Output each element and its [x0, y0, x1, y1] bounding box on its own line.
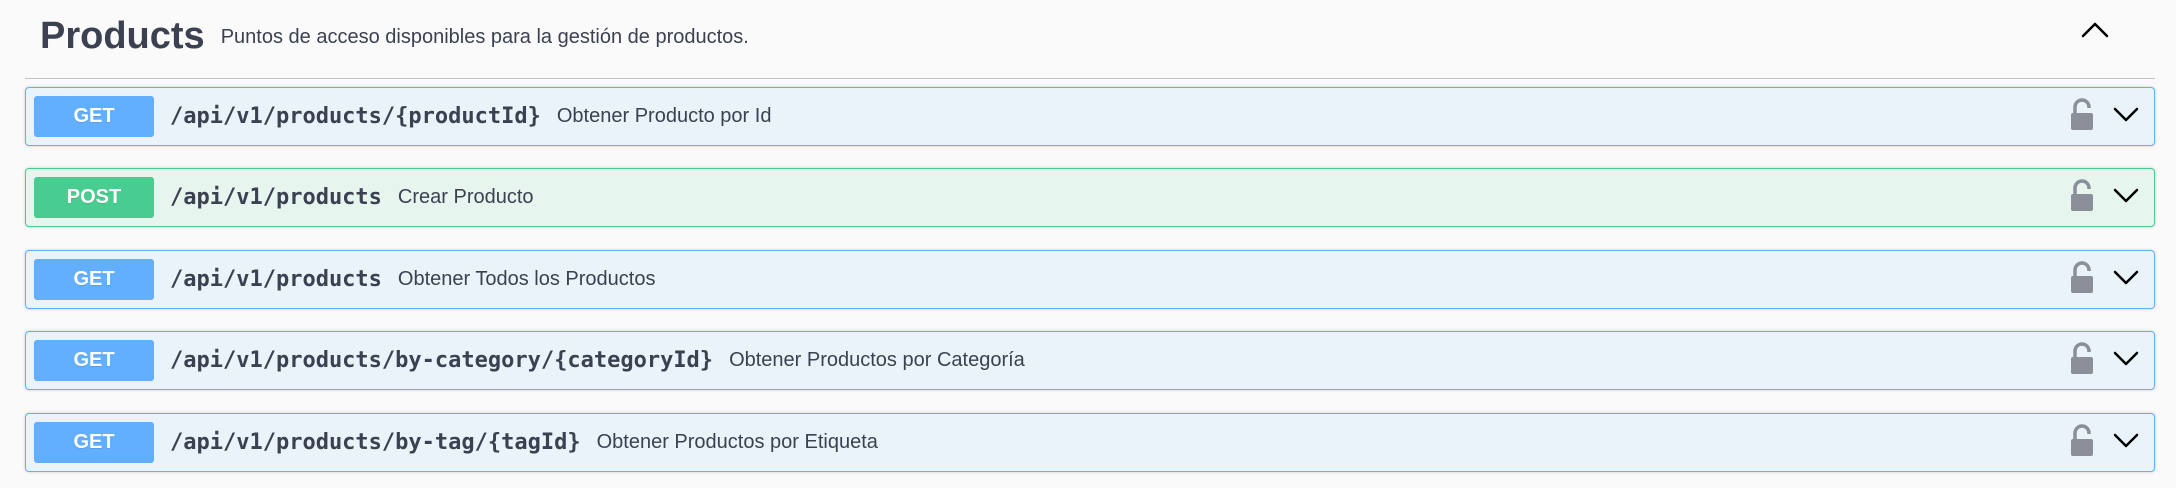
operation-get-products-by-tag[interactable]: GET /api/v1/products/by-tag/{tagId} Obte…	[25, 413, 2155, 472]
operation-summary: Obtener Todos los Productos	[397, 268, 656, 290]
chevron-down-icon[interactable]	[2110, 345, 2142, 371]
unlocked-padlock-icon[interactable]	[2068, 424, 2096, 458]
chevron-down-icon[interactable]	[2110, 427, 2142, 453]
operation-path: /api/v1/products	[170, 185, 382, 210]
products-tag-section: Products Puntos de acceso disponibles pa…	[25, 0, 2155, 488]
tag-description: Puntos de acceso disponibles para la ges…	[220, 25, 749, 48]
tag-header[interactable]: Products Puntos de acceso disponibles pa…	[25, 0, 2155, 79]
unlocked-padlock-icon[interactable]	[2068, 179, 2096, 213]
operation-path: /api/v1/products	[170, 267, 382, 292]
method-badge: GET	[34, 259, 154, 300]
unlocked-padlock-icon[interactable]	[2068, 98, 2096, 132]
operation-summary: Obtener Productos por Categoría	[729, 349, 1025, 371]
operation-summary: Obtener Producto por Id	[556, 105, 772, 127]
tag-title: Products	[40, 14, 205, 57]
unlocked-padlock-icon[interactable]	[2068, 261, 2096, 295]
method-badge: GET	[34, 96, 154, 137]
chevron-down-icon[interactable]	[2110, 101, 2142, 127]
chevron-down-icon[interactable]	[2110, 182, 2142, 208]
operation-get-all-products[interactable]: GET /api/v1/products Obtener Todos los P…	[25, 250, 2155, 309]
method-badge: POST	[34, 177, 154, 218]
method-badge: GET	[34, 422, 154, 463]
operation-path: /api/v1/products/{productId}	[170, 104, 541, 129]
operation-summary: Crear Producto	[397, 186, 534, 208]
method-badge: GET	[34, 340, 154, 381]
operation-path: /api/v1/products/by-tag/{tagId}	[170, 430, 581, 455]
chevron-down-icon[interactable]	[2110, 264, 2142, 290]
operation-summary: Obtener Productos por Etiqueta	[596, 431, 878, 453]
chevron-up-icon[interactable]	[2075, 14, 2115, 44]
unlocked-padlock-icon[interactable]	[2068, 342, 2096, 376]
operation-get-product-by-id[interactable]: GET /api/v1/products/{productId} Obtener…	[25, 87, 2155, 146]
operation-get-products-by-category[interactable]: GET /api/v1/products/by-category/{catego…	[25, 331, 2155, 390]
operation-path: /api/v1/products/by-category/{categoryId…	[170, 348, 714, 373]
operation-post-create-product[interactable]: POST /api/v1/products Crear Producto	[25, 168, 2155, 227]
